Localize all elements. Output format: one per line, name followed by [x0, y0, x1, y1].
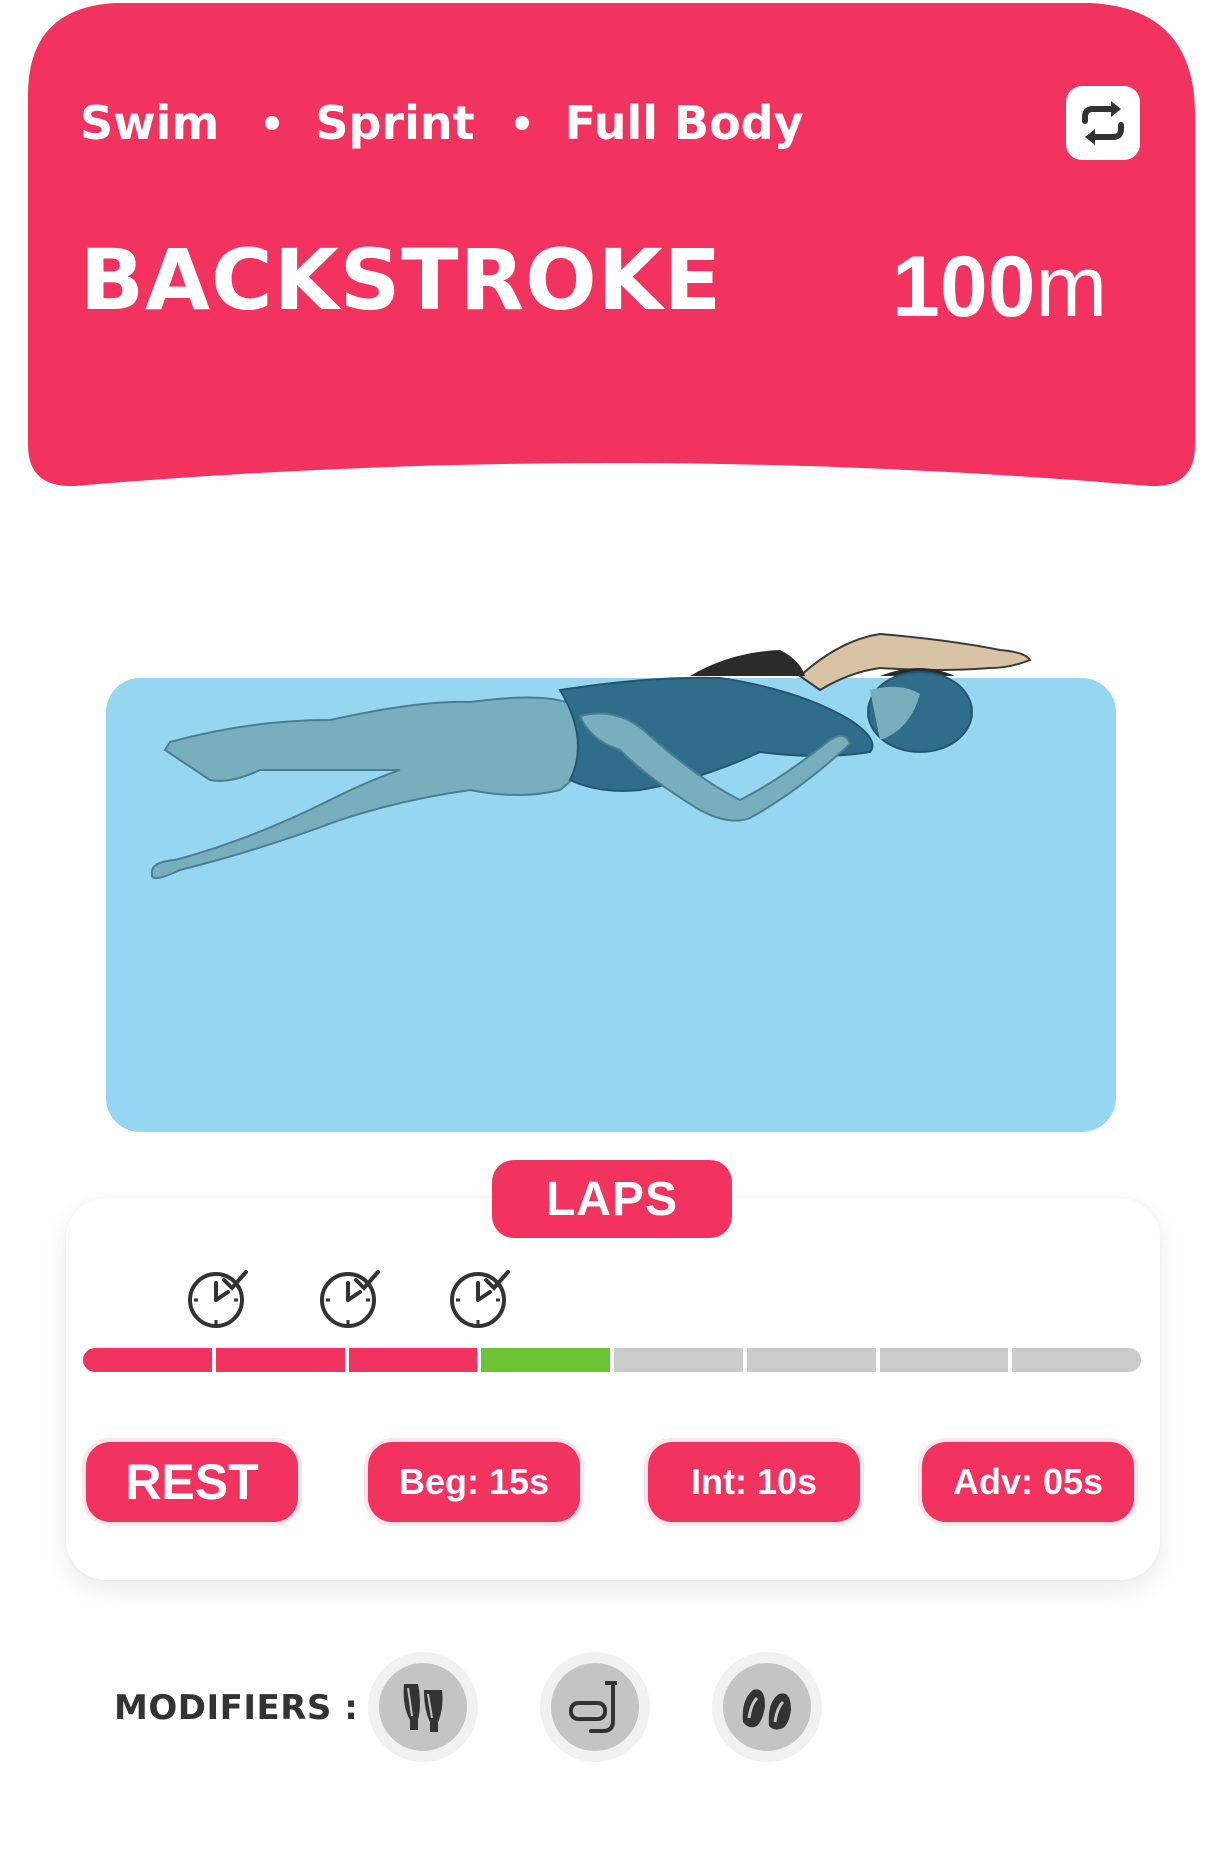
rest-label: REST: [86, 1442, 298, 1522]
modifier-fins-button[interactable]: [368, 1652, 478, 1762]
lap-segment-current: [481, 1348, 610, 1372]
swimmer-illustration: [150, 632, 1032, 880]
rest-beginner-button[interactable]: Beg: 15s: [368, 1442, 580, 1522]
laps-card: [66, 1198, 1160, 1580]
lap-progress-bar: [83, 1348, 1141, 1372]
timer-icon: [320, 1268, 380, 1330]
lap-segment-remaining: [614, 1348, 743, 1372]
lap-segment-completed: [215, 1348, 345, 1372]
lap-segment-remaining: [1012, 1348, 1141, 1372]
snorkel-icon: [569, 1681, 617, 1733]
fins-icon: [403, 1684, 443, 1732]
paddles-icon: [742, 1689, 791, 1730]
lap-segment-completed: [348, 1348, 478, 1372]
lap-segment-remaining: [879, 1348, 1009, 1372]
timer-icon: [188, 1268, 248, 1330]
timer-icon: [450, 1268, 510, 1330]
modifier-snorkel-button[interactable]: [540, 1652, 650, 1762]
modifiers-label: MODIFIERS :: [114, 1688, 359, 1728]
modifier-paddles-button[interactable]: [712, 1652, 822, 1762]
lap-segment-remaining: [746, 1348, 876, 1372]
rest-intermediate-button[interactable]: Int: 10s: [648, 1442, 860, 1522]
lap-segment-completed: [83, 1348, 212, 1372]
rest-advanced-button[interactable]: Adv: 05s: [922, 1442, 1134, 1522]
laps-label: LAPS: [492, 1160, 732, 1238]
